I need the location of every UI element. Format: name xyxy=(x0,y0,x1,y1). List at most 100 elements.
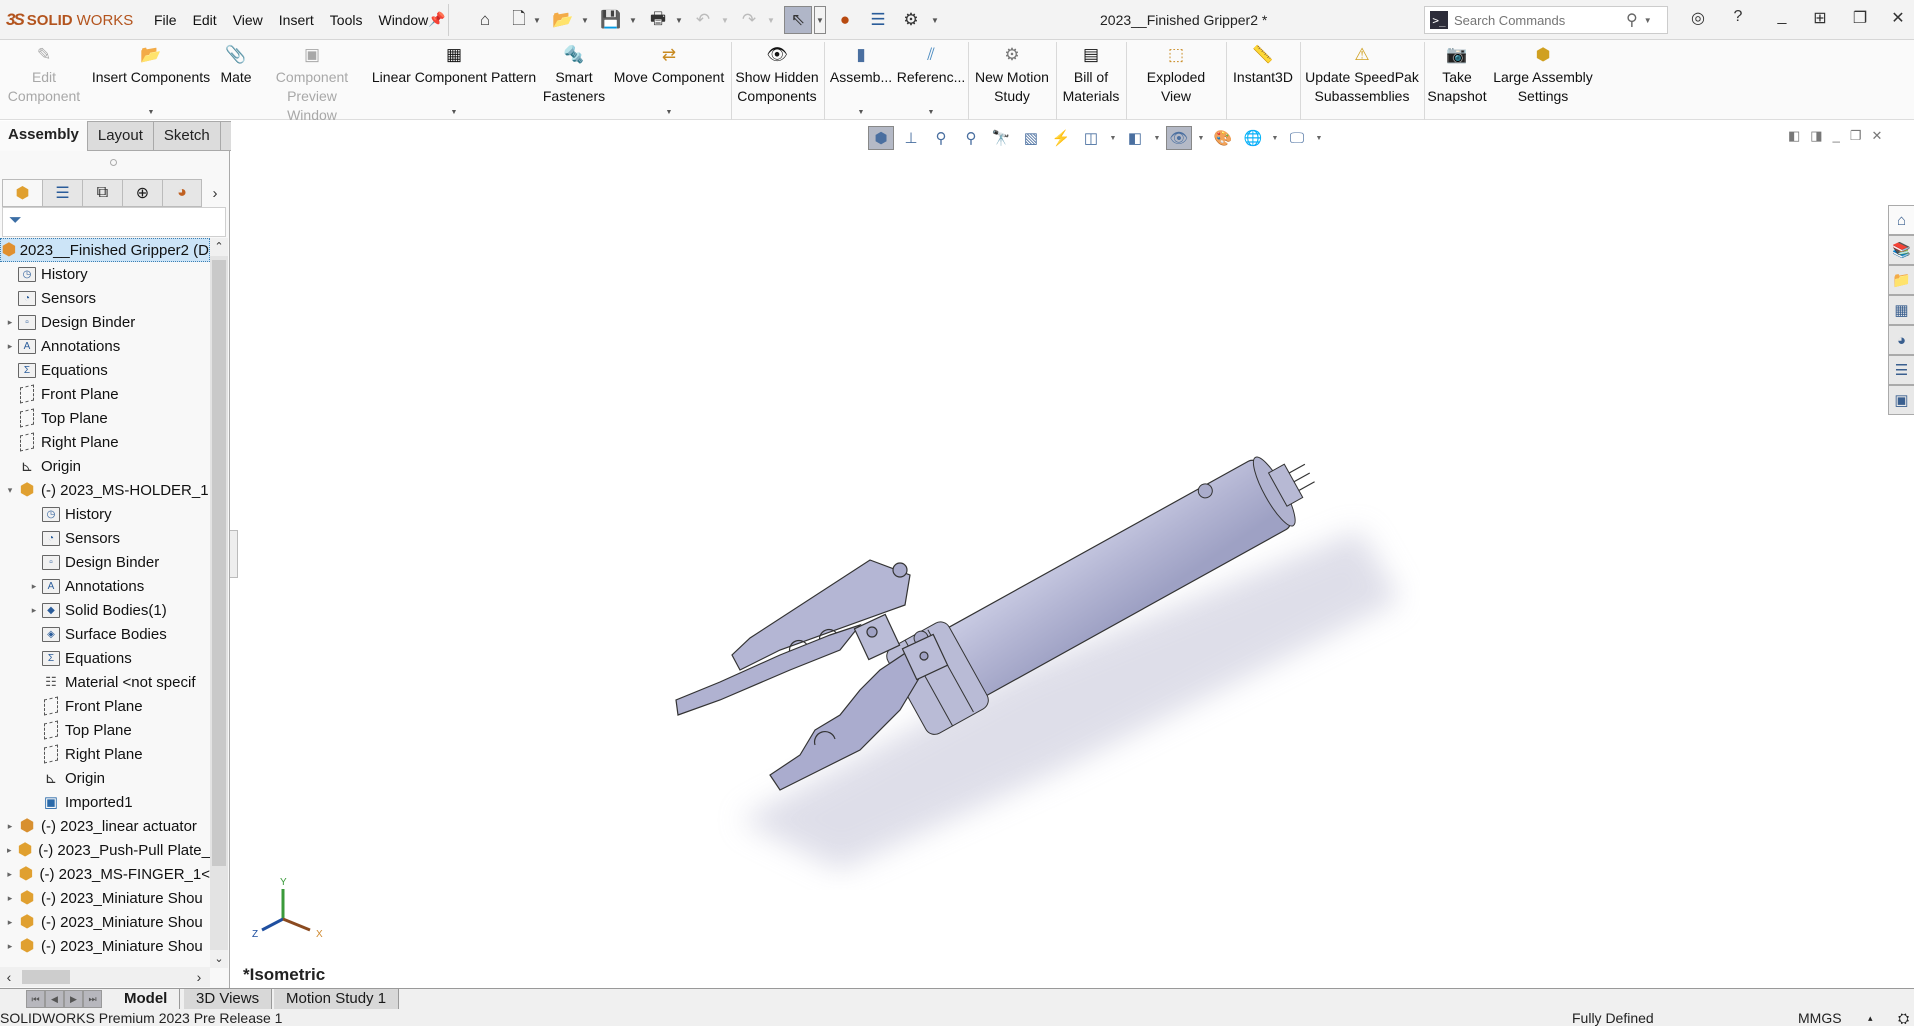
design-library-icon[interactable]: 📚 xyxy=(1888,235,1914,265)
select-dropdown-icon[interactable]: ▼ xyxy=(814,6,826,34)
scroll-left-icon[interactable]: ‹ xyxy=(0,967,18,987)
previous-view-icon[interactable]: ⚲ xyxy=(958,126,984,150)
apply-scene-icon[interactable]: 🌐 xyxy=(1240,126,1266,150)
move-component-button[interactable]: ⇄ Move Component ▼ xyxy=(610,44,728,118)
select-icon[interactable]: ⇖ xyxy=(784,6,812,34)
tree-item[interactable]: ◷ History xyxy=(0,502,210,526)
display-style-icon[interactable]: ◧ xyxy=(1122,126,1148,150)
solidworks-resources-icon[interactable]: ⌂ xyxy=(1888,205,1914,235)
unit-system[interactable]: MMGS xyxy=(1798,1009,1842,1026)
tree-item[interactable]: Σ Equations xyxy=(0,646,210,670)
prev-tab-icon[interactable]: ◀ xyxy=(45,990,64,1008)
view-palette-icon[interactable]: ▦ xyxy=(1888,295,1914,325)
menu-insert[interactable]: Insert xyxy=(271,12,322,28)
save-dropdown-icon[interactable]: ▼ xyxy=(628,6,638,34)
panel-handle[interactable] xyxy=(110,159,117,166)
scroll-thumb[interactable] xyxy=(22,970,70,984)
appearances-icon[interactable]: ◕ xyxy=(1888,325,1914,355)
view-orientation-cube-icon[interactable]: ◫ xyxy=(1078,126,1104,150)
mate-button[interactable]: 📎 Mate xyxy=(216,44,256,87)
tab-layout[interactable]: Layout xyxy=(87,121,154,151)
solidworks-forum-icon[interactable]: ▣ xyxy=(1888,385,1914,415)
expand-arrow-icon[interactable]: ▸ xyxy=(4,941,16,952)
featuremanager-tab-icon[interactable]: ⬢ xyxy=(2,179,42,207)
menu-edit[interactable]: Edit xyxy=(185,12,225,28)
hide-show-items-icon[interactable]: 👁 xyxy=(1166,126,1192,150)
assembly-features-button[interactable]: ▮ Assemb... ▼ xyxy=(828,44,894,118)
large-assembly-settings-button[interactable]: ⬢ Large Assembly Settings xyxy=(1492,44,1594,106)
menu-window[interactable]: Window xyxy=(370,12,436,28)
tree-item[interactable]: ▸ ◆ Solid Bodies(1) xyxy=(0,598,210,622)
user-account-icon[interactable]: ◎ xyxy=(1686,8,1710,28)
last-tab-icon[interactable]: ⏭ xyxy=(83,990,102,1008)
viewport-restore-button[interactable]: ❐ xyxy=(1850,128,1862,144)
viewport-minimize-button[interactable]: _ xyxy=(1833,128,1840,144)
rebuild-status-icon[interactable]: ⛭ xyxy=(1898,1009,1909,1026)
panel-splitter[interactable] xyxy=(230,530,238,578)
filter-icon[interactable]: ⏷ xyxy=(9,212,22,229)
displaymanager-tab-icon[interactable]: ◕ xyxy=(162,179,202,207)
expand-arrow-icon[interactable]: ▸ xyxy=(4,341,16,352)
take-snapshot-button[interactable]: 📷 Take Snapshot xyxy=(1427,44,1486,106)
tree-item[interactable]: ▸ ⬢ (-) 2023_Miniature Shou xyxy=(0,910,210,934)
tab-model[interactable]: Model xyxy=(112,989,181,1010)
more-tabs-icon[interactable]: › xyxy=(202,179,228,207)
tree-item[interactable]: ◔ Sensors xyxy=(0,286,210,310)
save-icon[interactable]: 💾 xyxy=(598,6,624,34)
tree-item[interactable]: ▣ Imported1 xyxy=(0,790,210,814)
tree-item[interactable]: Right Plane xyxy=(0,430,210,454)
show-hidden-components-button[interactable]: 👁 Show Hidden Components xyxy=(734,44,820,106)
custom-properties-icon[interactable]: ☰ xyxy=(1888,355,1914,385)
undo-icon[interactable]: ↶ xyxy=(690,6,716,34)
expand-arrow-icon[interactable]: ▸ xyxy=(4,821,16,832)
rebuild-icon[interactable]: ● xyxy=(836,6,854,34)
component-preview-window-button[interactable]: ▣ Component Preview Window xyxy=(262,44,362,125)
tree-item[interactable]: Front Plane xyxy=(0,694,210,718)
tab-assembly[interactable]: Assembly xyxy=(0,121,88,151)
chevron-down-icon[interactable]: ▼ xyxy=(928,108,935,118)
chevron-down-icon[interactable]: ▼ xyxy=(1152,126,1162,150)
edit-component-button[interactable]: ✎ Edit Component xyxy=(6,44,82,106)
open-icon[interactable]: 📂 xyxy=(550,6,576,34)
chevron-down-icon[interactable]: ▼ xyxy=(858,108,865,118)
view-settings-icon[interactable]: ⚡ xyxy=(1048,126,1074,150)
propertymanager-tab-icon[interactable]: ☰ xyxy=(42,179,82,207)
tree-item[interactable]: ▸ ⬢ (-) 2023_linear actuator xyxy=(0,814,210,838)
tree-vertical-scrollbar[interactable]: ⌃ ⌄ xyxy=(210,238,228,968)
new-document-icon[interactable]: 🗋 xyxy=(508,6,530,34)
scroll-right-icon[interactable]: › xyxy=(190,967,208,987)
tree-item[interactable]: ☷ Material <not specif xyxy=(0,670,210,694)
scroll-thumb[interactable] xyxy=(212,260,226,866)
update-speedpak-button[interactable]: ⚠ Update SpeedPak Subassemblies xyxy=(1304,44,1420,106)
section-view-icon[interactable]: 🔭 xyxy=(988,126,1014,150)
search-dropdown-icon[interactable]: ▼ xyxy=(1644,16,1652,25)
options-icon[interactable]: ⚙ xyxy=(898,6,924,34)
first-tab-icon[interactable]: ⏮ xyxy=(26,990,45,1008)
dimxpert-tab-icon[interactable]: ⊕ xyxy=(122,179,162,207)
restore-button[interactable]: ❐ xyxy=(1848,8,1872,28)
bill-of-materials-button[interactable]: ▤ Bill of Materials xyxy=(1060,44,1122,106)
view-display-icon[interactable]: 🖵 xyxy=(1284,126,1310,150)
print-icon[interactable]: 🖶 xyxy=(644,6,672,34)
tree-item[interactable]: Top Plane xyxy=(0,718,210,742)
tree-filter[interactable]: ⏷ xyxy=(2,207,226,237)
menu-tools[interactable]: Tools xyxy=(322,12,371,28)
expand-arrow-icon[interactable]: ▾ xyxy=(4,485,16,496)
gripper-model[interactable] xyxy=(640,370,1420,890)
solidworks-logo[interactable]: 3S SOLID WORKS xyxy=(6,10,133,30)
menu-file[interactable]: File xyxy=(146,12,185,28)
tab-sketch[interactable]: Sketch xyxy=(153,121,221,151)
tree-item[interactable]: ◔ Sensors xyxy=(0,526,210,550)
expand-arrow-icon[interactable]: ▸ xyxy=(4,869,16,880)
tree-item[interactable]: ▸ ▫ Design Binder xyxy=(0,310,210,334)
tree-item[interactable]: ◈ Surface Bodies xyxy=(0,622,210,646)
tree-root[interactable]: ⬢ 2023__Finished Gripper2 (D xyxy=(0,238,210,262)
chevron-down-icon[interactable]: ▼ xyxy=(451,108,458,118)
linear-component-pattern-button[interactable]: ▦ Linear Component Pattern ▼ xyxy=(370,44,538,118)
tree-horizontal-scrollbar[interactable]: ‹ › xyxy=(0,967,210,987)
tree-item[interactable]: ▫ Design Binder xyxy=(0,550,210,574)
tab-3d-views[interactable]: 3D Views xyxy=(184,989,273,1010)
file-explorer-icon[interactable]: 📁 xyxy=(1888,265,1914,295)
close-button[interactable]: ✕ xyxy=(1886,8,1910,28)
chevron-down-icon[interactable]: ▼ xyxy=(666,108,673,118)
